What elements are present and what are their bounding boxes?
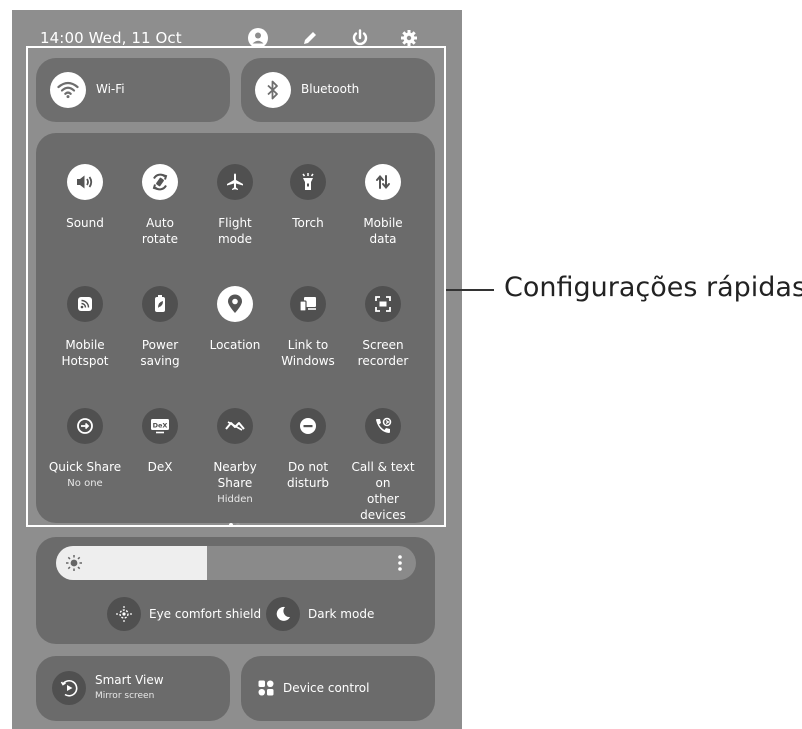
eye-comfort-label: Eye comfort shield bbox=[149, 607, 262, 621]
settings-gear-icon[interactable] bbox=[399, 28, 419, 48]
callout-label: Configurações rápidas bbox=[504, 272, 802, 303]
account-icon[interactable] bbox=[248, 28, 268, 48]
moon-icon bbox=[266, 597, 300, 631]
smart-view-label: Smart View bbox=[95, 673, 164, 687]
smart-view-icon bbox=[52, 671, 86, 705]
brightness-slider[interactable] bbox=[56, 546, 416, 580]
callout-line bbox=[446, 289, 494, 291]
more-options-icon[interactable] bbox=[398, 554, 402, 576]
smart-view-button[interactable]: Smart View Mirror screen bbox=[36, 656, 230, 721]
status-time-date: 14:00 Wed, 11 Oct bbox=[40, 29, 182, 47]
dark-mode-toggle[interactable]: Dark mode bbox=[266, 597, 374, 631]
eye-comfort-shield-toggle[interactable]: Eye comfort shield bbox=[107, 597, 261, 631]
device-control-label: Device control bbox=[283, 681, 370, 695]
quick-settings-highlight-frame bbox=[26, 46, 446, 527]
device-control-button[interactable]: Device control bbox=[241, 656, 435, 721]
device-control-icon bbox=[258, 680, 274, 700]
eye-comfort-icon bbox=[107, 597, 141, 631]
edit-icon[interactable] bbox=[300, 28, 320, 48]
power-icon[interactable] bbox=[350, 28, 370, 48]
sun-icon bbox=[65, 554, 83, 576]
dark-mode-label: Dark mode bbox=[308, 607, 375, 621]
smart-view-sub: Mirror screen bbox=[95, 691, 155, 701]
